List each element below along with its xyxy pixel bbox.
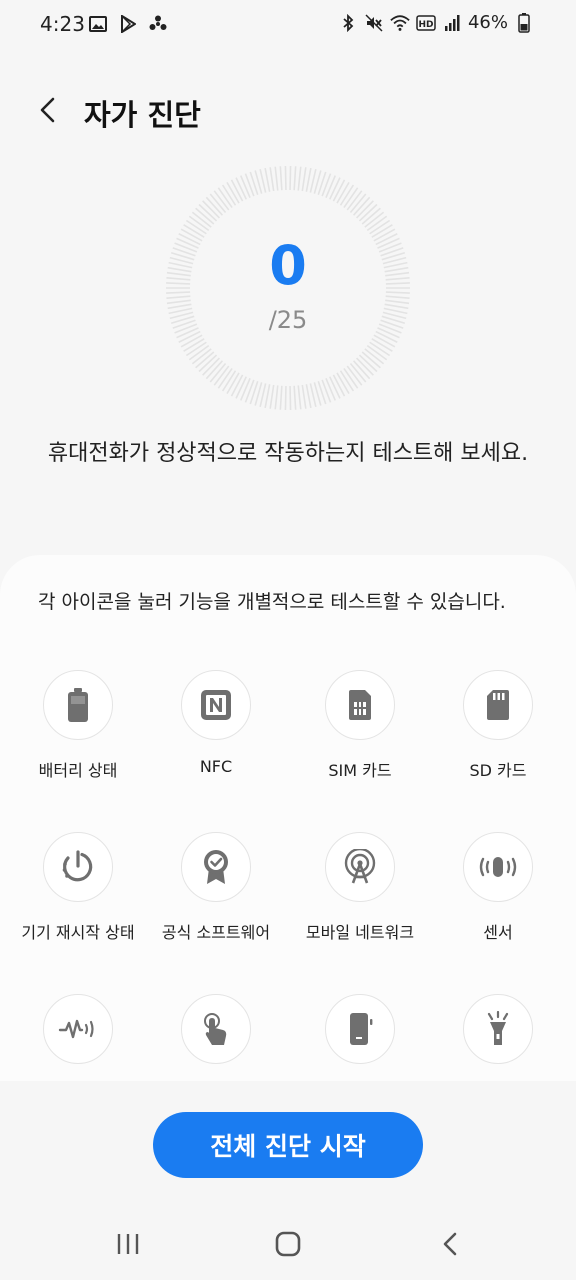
test-circle[interactable] [463, 670, 533, 740]
chevron-left-icon [40, 97, 55, 123]
restart-icon [62, 850, 93, 882]
test-mobile-network[interactable]: 모바일 네트워크 [288, 832, 432, 943]
back-icon [443, 1232, 457, 1256]
test-heartbeat[interactable] [6, 994, 150, 1064]
screen-icon [350, 1013, 373, 1045]
bluetooth-icon [338, 13, 358, 33]
battery-icon [514, 12, 534, 33]
signal-icon [442, 13, 462, 33]
svg-text:HD: HD [418, 20, 433, 30]
test-restart[interactable]: 기기 재시작 상태 [6, 832, 150, 943]
intro-text: 휴대전화가 정상적으로 작동하는지 테스트해 보세요. [47, 441, 529, 466]
test-touch[interactable] [144, 994, 288, 1064]
home-button[interactable] [266, 1226, 310, 1262]
test-label: SD 카드 [469, 761, 527, 780]
sd-card-icon [487, 690, 509, 720]
play-store-icon [118, 14, 138, 34]
test-circle[interactable] [325, 670, 395, 740]
test-circle[interactable] [181, 832, 251, 902]
test-screen[interactable] [288, 994, 432, 1064]
nfc-icon [201, 690, 231, 720]
test-battery[interactable]: 배터리 상태 [6, 670, 150, 781]
battery-percent: 46% [467, 12, 508, 33]
test-circle[interactable] [43, 670, 113, 740]
test-circle[interactable] [463, 994, 533, 1064]
test-nfc[interactable]: NFC [144, 670, 288, 776]
test-sensor[interactable]: 센서 [426, 832, 570, 943]
test-flashlight[interactable] [426, 994, 570, 1064]
recents-button[interactable] [106, 1226, 150, 1262]
progress-count: 0 [269, 234, 307, 297]
back-button[interactable] [30, 92, 66, 128]
status-bar: 4:23 HD 46% [0, 0, 576, 50]
heartbeat-icon [58, 1019, 94, 1039]
test-official-software[interactable]: 공식 소프트웨어 [144, 832, 288, 943]
test-circle[interactable] [463, 832, 533, 902]
sensor-icon [479, 857, 517, 877]
certified-badge-icon [204, 850, 228, 884]
test-sd-card[interactable]: SD 카드 [426, 670, 570, 781]
gallery-icon [88, 14, 108, 34]
fan-icon [148, 14, 168, 34]
test-label: 센서 [483, 923, 513, 942]
wifi-icon [390, 13, 410, 33]
progress-ring: 0 /25 [164, 164, 412, 412]
card-description: 각 아이콘을 눌러 기능을 개별적으로 테스트할 수 있습니다. [38, 591, 506, 613]
nav-back-button[interactable] [428, 1226, 472, 1262]
test-card: 각 아이콘을 눌러 기능을 개별적으로 테스트할 수 있습니다. 배터리 상태 … [0, 555, 576, 1081]
antenna-icon [344, 849, 376, 884]
test-circle[interactable] [43, 832, 113, 902]
test-circle[interactable] [325, 994, 395, 1064]
flashlight-icon [487, 1011, 509, 1045]
hd-icon: HD [416, 13, 436, 33]
battery-icon [68, 688, 88, 722]
mute-icon [364, 13, 384, 33]
test-label: 모바일 네트워크 [305, 923, 415, 942]
test-label: 배터리 상태 [38, 761, 118, 780]
sim-card-icon [349, 690, 371, 720]
progress-total: /25 [268, 306, 308, 334]
home-icon [275, 1231, 301, 1257]
test-circle[interactable] [181, 670, 251, 740]
test-label: NFC [199, 757, 233, 776]
test-label: SIM 카드 [328, 761, 392, 780]
recents-icon [117, 1234, 139, 1254]
test-label: 기기 재시작 상태 [21, 923, 135, 942]
status-time: 4:23 [40, 12, 85, 36]
page-title: 자가 진단 [84, 98, 201, 132]
test-label: 공식 소프트웨어 [161, 923, 271, 942]
test-sim-card[interactable]: SIM 카드 [288, 670, 432, 781]
start-full-diagnosis-button[interactable]: 전체 진단 시작 [153, 1112, 423, 1178]
test-circle[interactable] [43, 994, 113, 1064]
touch-icon [204, 1013, 227, 1045]
test-circle[interactable] [325, 832, 395, 902]
test-circle[interactable] [181, 994, 251, 1064]
